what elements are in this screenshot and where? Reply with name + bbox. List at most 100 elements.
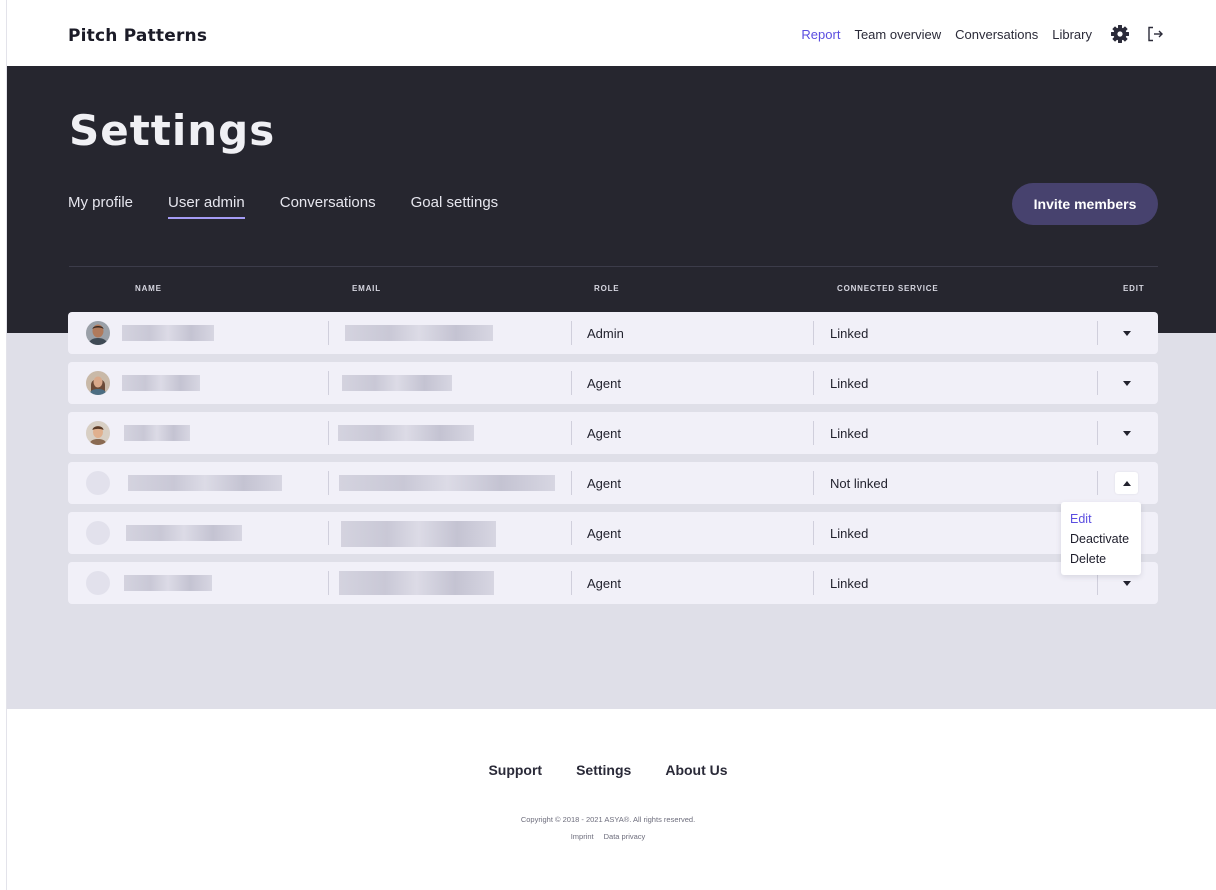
connected-service-cell: Linked — [830, 326, 869, 341]
column-header-role: ROLE — [594, 284, 620, 293]
footer-support-link[interactable]: Support — [488, 762, 542, 778]
imprint-link[interactable]: Imprint — [571, 832, 594, 841]
nav-library[interactable]: Library — [1052, 27, 1092, 42]
gear-icon[interactable] — [1110, 24, 1130, 44]
copyright-text: Copyright © 2018 - 2021 ASYA®. All right… — [520, 815, 696, 824]
tab-conversations[interactable]: Conversations — [280, 194, 376, 219]
column-separator — [328, 321, 329, 345]
table-row[interactable]: Agent Linked — [68, 412, 1158, 454]
column-separator — [813, 321, 814, 345]
app-logo[interactable]: Pitch Patterns — [68, 26, 207, 46]
column-separator — [328, 371, 329, 395]
nav-report[interactable]: Report — [801, 27, 840, 42]
column-separator — [571, 571, 572, 595]
name-redacted — [124, 575, 212, 591]
logout-icon[interactable] — [1146, 25, 1164, 43]
menu-item-delete[interactable]: Delete — [1070, 549, 1141, 569]
column-separator — [328, 521, 329, 545]
role-cell: Agent — [587, 476, 621, 491]
edit-dropdown-button[interactable] — [1115, 572, 1138, 594]
table-row[interactable]: Admin Linked — [68, 312, 1158, 354]
column-separator — [1097, 471, 1098, 495]
column-separator — [571, 471, 572, 495]
column-separator — [328, 471, 329, 495]
avatar-placeholder — [86, 471, 110, 495]
email-redacted — [339, 571, 494, 595]
connected-service-cell: Linked — [830, 376, 869, 391]
data-privacy-link[interactable]: Data privacy — [604, 832, 646, 841]
settings-header: Settings My profile User admin Conversat… — [7, 66, 1216, 333]
role-cell: Agent — [587, 576, 621, 591]
connected-service-cell: Not linked — [830, 476, 888, 491]
footer-links: Support Settings About Us — [0, 762, 1216, 778]
column-separator — [813, 571, 814, 595]
menu-item-deactivate[interactable]: Deactivate — [1070, 529, 1141, 549]
name-redacted — [122, 325, 214, 341]
table-row[interactable]: Agent Linked — [68, 362, 1158, 404]
name-redacted — [126, 525, 242, 541]
footer-settings-link[interactable]: Settings — [576, 762, 631, 778]
main-nav: Report Team overview Conversations Libra… — [787, 24, 1164, 44]
tab-my-profile[interactable]: My profile — [68, 194, 133, 219]
chevron-down-icon — [1122, 430, 1131, 436]
column-separator — [571, 521, 572, 545]
avatar — [86, 371, 110, 395]
name-redacted — [128, 475, 282, 491]
invite-members-button[interactable]: Invite members — [1012, 183, 1158, 225]
page-title: Settings — [69, 106, 276, 155]
avatar-placeholder — [86, 521, 110, 545]
table-row[interactable]: Agent Linked — [68, 512, 1158, 554]
column-header-connected-service: CONNECTED SERVICE — [837, 284, 939, 293]
column-separator — [571, 421, 572, 445]
edit-dropdown-button[interactable] — [1115, 372, 1138, 394]
role-cell: Agent — [587, 426, 621, 441]
email-redacted — [339, 475, 555, 491]
menu-item-edit[interactable]: Edit — [1070, 509, 1141, 529]
nav-conversations[interactable]: Conversations — [955, 27, 1038, 42]
column-separator — [813, 421, 814, 445]
column-separator — [328, 571, 329, 595]
column-separator — [328, 421, 329, 445]
table-row[interactable]: Agent Linked — [68, 562, 1158, 604]
connected-service-cell: Linked — [830, 526, 869, 541]
table-header: NAME EMAIL ROLE CONNECTED SERVICE EDIT — [69, 284, 1158, 298]
name-redacted — [124, 425, 190, 441]
nav-team-overview[interactable]: Team overview — [854, 27, 941, 42]
email-redacted — [341, 521, 496, 547]
avatar — [86, 421, 110, 445]
connected-service-cell: Linked — [830, 426, 869, 441]
edit-dropdown-button[interactable] — [1115, 472, 1138, 494]
email-redacted — [338, 425, 474, 441]
chevron-down-icon — [1122, 580, 1131, 586]
column-separator — [571, 321, 572, 345]
legal-links: Imprint Data privacy — [0, 832, 1216, 841]
column-separator — [813, 471, 814, 495]
column-separator — [1097, 371, 1098, 395]
footer-about-us-link[interactable]: About Us — [665, 762, 727, 778]
chevron-up-icon — [1122, 480, 1131, 486]
column-separator — [813, 521, 814, 545]
chevron-down-icon — [1122, 330, 1131, 336]
column-separator — [1097, 421, 1098, 445]
settings-tabs: My profile User admin Conversations Goal… — [68, 194, 533, 219]
top-bar: Pitch Patterns Report Team overview Conv… — [7, 0, 1216, 66]
edit-dropdown-button[interactable] — [1115, 422, 1138, 444]
connected-service-cell: Linked — [830, 576, 869, 591]
role-cell: Agent — [587, 376, 621, 391]
edit-dropdown-button[interactable] — [1115, 322, 1138, 344]
row-actions-menu: Edit Deactivate Delete — [1061, 502, 1141, 575]
email-redacted — [345, 325, 493, 341]
email-redacted — [342, 375, 452, 391]
column-separator — [1097, 321, 1098, 345]
avatar-placeholder — [86, 571, 110, 595]
column-separator — [571, 371, 572, 395]
table-row[interactable]: Agent Not linked — [68, 462, 1158, 504]
tab-user-admin[interactable]: User admin — [168, 194, 245, 219]
chevron-down-icon — [1122, 380, 1131, 386]
role-cell: Admin — [587, 326, 624, 341]
name-redacted — [122, 375, 200, 391]
avatar — [86, 321, 110, 345]
tab-goal-settings[interactable]: Goal settings — [411, 194, 499, 219]
column-header-name: NAME — [135, 284, 162, 293]
role-cell: Agent — [587, 526, 621, 541]
